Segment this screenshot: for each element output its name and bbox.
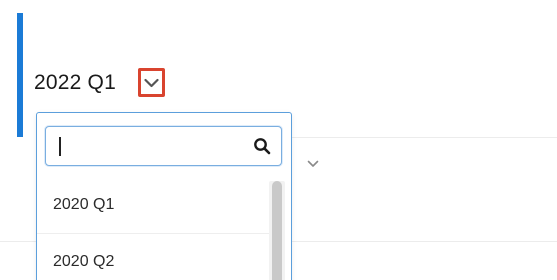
options-list: 2020 Q1 2020 Q2 [37, 177, 291, 280]
scrollbar-thumb[interactable] [272, 181, 282, 280]
period-dropdown: 2020 Q1 2020 Q2 [36, 112, 292, 280]
accent-bar [17, 13, 23, 137]
period-title: 2022 Q1 [34, 71, 116, 94]
text-caret [59, 137, 61, 156]
chevron-down-icon[interactable] [307, 160, 319, 168]
period-dropdown-toggle[interactable] [138, 68, 165, 97]
scrollbar[interactable] [269, 181, 285, 280]
list-item[interactable]: 2020 Q1 [37, 177, 269, 234]
option-label: 2020 Q2 [53, 253, 115, 270]
search-box [45, 126, 282, 166]
option-label: 2020 Q1 [53, 196, 115, 213]
list-item[interactable]: 2020 Q2 [37, 234, 269, 280]
search-input[interactable] [56, 127, 242, 165]
search-icon[interactable] [253, 137, 271, 155]
chevron-down-icon [144, 78, 159, 87]
